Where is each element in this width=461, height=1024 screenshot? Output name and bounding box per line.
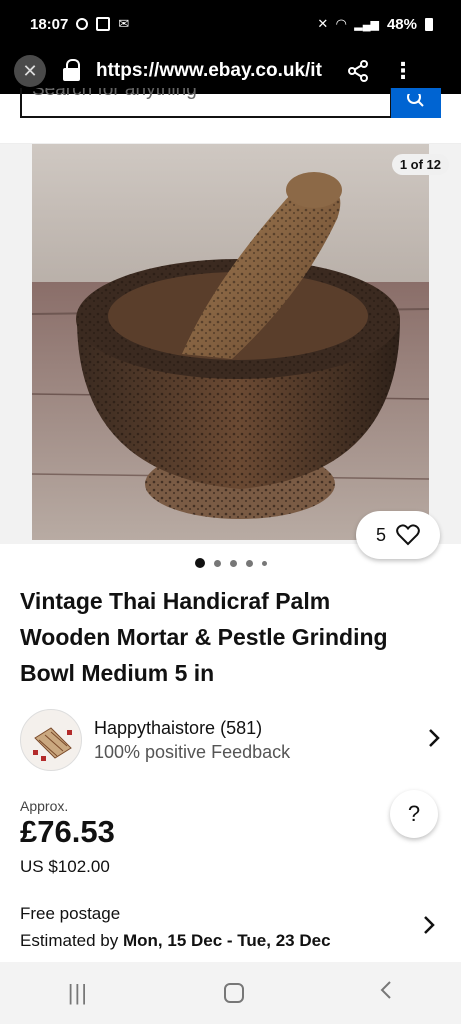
back-icon[interactable] <box>379 979 393 1007</box>
image-counter: 1 of 12 <box>391 154 449 175</box>
image-gallery[interactable]: 1 of 12 5 <box>0 144 461 559</box>
carousel-dot[interactable] <box>213 559 221 567</box>
estimate-label: Estimated by <box>20 931 123 950</box>
carousel-dot[interactable] <box>229 559 237 567</box>
search-button[interactable] <box>391 88 441 118</box>
search-icon <box>407 94 424 107</box>
recent-apps-icon[interactable]: ||| <box>68 980 88 1006</box>
share-icon[interactable] <box>346 59 370 83</box>
gallery-notification-icon <box>96 17 111 31</box>
mute-icon: ✕ <box>317 16 329 31</box>
battery-percent: 48% <box>386 15 417 33</box>
battery-icon <box>425 17 433 31</box>
postage-text: Free postage <box>20 904 121 923</box>
listing-title: Vintage Thai Handicraf Palm Wooden Morta… <box>20 588 388 686</box>
notification-icon <box>76 18 89 30</box>
seller-row[interactable]: Happythaistore (581) 100% positive Feedb… <box>20 708 441 772</box>
home-icon[interactable] <box>223 983 244 1003</box>
close-icon[interactable]: ✕ <box>14 55 46 87</box>
seller-name[interactable]: Happythaistore (581) <box>94 716 290 740</box>
status-bar: 18:07 ✉ ✕ ◠ ▂▄▆ 48% <box>0 0 461 48</box>
more-vert-icon[interactable]: ⋮ <box>392 60 414 82</box>
estimate-dates: Mon, 15 Dec - Tue, 23 Dec <box>123 931 331 950</box>
status-time: 18:07 <box>30 15 69 33</box>
system-nav-bar: ||| <box>0 962 461 1024</box>
carousel-dot[interactable] <box>245 559 253 567</box>
carousel-dots <box>0 558 461 568</box>
search-bar: Search for anything <box>0 88 461 144</box>
price-gbp: £76.53 <box>20 814 115 849</box>
search-placeholder: Search for anything <box>32 88 197 100</box>
search-input[interactable]: Search for anything <box>20 88 392 118</box>
url-text[interactable]: https://www.ebay.co.uk/it <box>96 60 330 82</box>
shipping-chevron-right-icon[interactable] <box>422 912 436 943</box>
seller-feedback: 100% positive Feedback <box>94 742 291 762</box>
heart-icon <box>396 524 420 546</box>
signal-icon: ▂▄▆ <box>354 18 379 31</box>
price-approx-label: Approx. <box>20 798 69 814</box>
gmail-icon: ✉ <box>118 16 130 31</box>
carousel-dot[interactable] <box>261 560 267 566</box>
watch-count: 5 <box>375 524 386 545</box>
watch-button[interactable]: 5 <box>356 511 440 559</box>
delivery-estimate: Estimated by Mon, 15 Dec - Tue, 23 Dec <box>20 931 331 951</box>
help-button[interactable]: ? <box>390 790 438 838</box>
product-image[interactable] <box>32 144 429 540</box>
price-usd: US $102.00 <box>20 857 110 876</box>
chevron-right-icon[interactable] <box>427 725 441 756</box>
seller-avatar <box>20 709 82 771</box>
lock-icon[interactable] <box>62 59 82 83</box>
carousel-dot[interactable] <box>194 558 205 568</box>
wifi-icon: ◠ <box>336 16 347 31</box>
